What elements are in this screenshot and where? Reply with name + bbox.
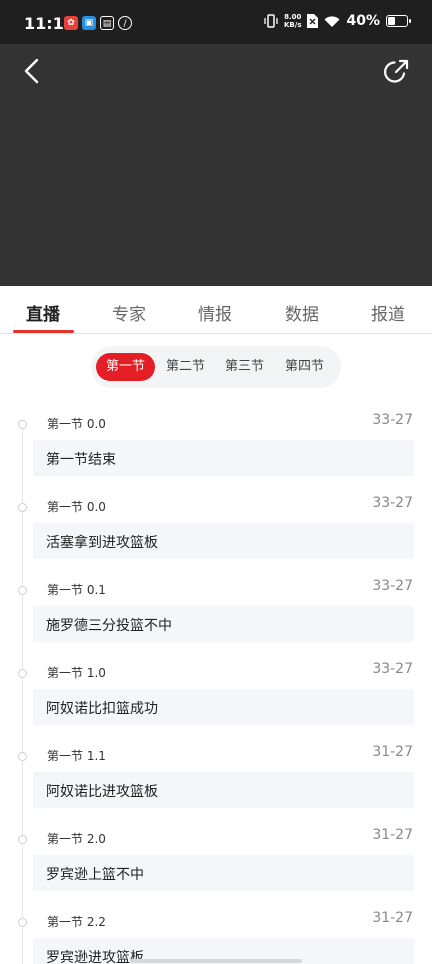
event-description: 阿奴诺比扣篮成功: [46, 701, 158, 717]
app-notification-icon: ▤: [100, 16, 114, 30]
list-item: 第一节 2.0 31-27 罗宾逊上篮不中: [0, 825, 432, 908]
network-speed: 8.00 KB/s: [284, 13, 302, 29]
battery-icon: [386, 15, 411, 27]
list-item: 第一节 0.1 33-27 施罗德三分投篮不中: [0, 576, 432, 659]
event-time: 第一节 2.2: [47, 915, 106, 929]
event-time: 第一节 1.0: [47, 666, 106, 680]
event-description: 阿奴诺比进攻篮板: [46, 784, 158, 800]
list-item: 第一节 0.0 33-27 第一节结束: [0, 410, 432, 493]
list-item: 第一节 2.2 31-27 罗宾逊进攻篮板: [0, 908, 432, 964]
event-card: 第一节结束: [33, 440, 414, 476]
event-card: 阿奴诺比扣篮成功: [33, 689, 414, 725]
event-score: 33-27: [372, 412, 413, 428]
timeline-dot: [18, 835, 27, 844]
period-1-button[interactable]: 第一节: [96, 353, 156, 381]
period-2-button[interactable]: 第二节: [156, 353, 215, 381]
notification-icons: ✿ ▣ ▤ ∕: [64, 16, 132, 30]
event-time: 第一节 0.0: [47, 500, 106, 514]
event-card: 施罗德三分投篮不中: [33, 606, 414, 642]
app-notification-icon: ✿: [64, 16, 78, 30]
event-card: 阿奴诺比进攻篮板: [33, 772, 414, 808]
event-score: 31-27: [372, 827, 413, 843]
app-notification-icon: ▣: [82, 16, 96, 30]
timeline-dot: [18, 752, 27, 761]
active-tab-indicator: [13, 330, 74, 333]
event-description: 第一节结束: [46, 452, 116, 468]
battery-percent: 40%: [346, 13, 380, 29]
timeline-dot: [18, 503, 27, 512]
vibrate-icon: [264, 14, 278, 28]
period-3-button[interactable]: 第三节: [215, 353, 274, 381]
tab-experts[interactable]: 专家: [112, 300, 146, 325]
event-description: 罗宾逊上篮不中: [46, 867, 144, 883]
list-item: 第一节 1.0 33-27 阿奴诺比扣篮成功: [0, 659, 432, 742]
event-score: 33-27: [372, 661, 413, 677]
event-description: 施罗德三分投篮不中: [46, 618, 172, 634]
event-score: 31-27: [372, 744, 413, 760]
event-description: 活塞拿到进攻篮板: [46, 535, 158, 551]
event-card: 活塞拿到进攻篮板: [33, 523, 414, 559]
tab-reports[interactable]: 报道: [371, 300, 405, 325]
event-score: 33-27: [372, 578, 413, 594]
tab-bar: 直播 专家 情报 数据 报道: [0, 286, 432, 334]
wifi-icon: [324, 15, 340, 27]
timeline-dot: [18, 669, 27, 678]
event-time: 第一节 2.0: [47, 832, 106, 846]
app-notification-icon: ∕: [118, 16, 132, 30]
event-score: 33-27: [372, 495, 413, 511]
list-item: 第一节 1.1 31-27 阿奴诺比进攻篮板: [0, 742, 432, 825]
home-indicator[interactable]: [130, 959, 302, 963]
timeline-dot: [18, 918, 27, 927]
event-card: 罗宾逊上篮不中: [33, 855, 414, 891]
tab-intel[interactable]: 情报: [198, 300, 232, 325]
timeline-dot: [18, 420, 27, 429]
event-time: 第一节 0.1: [47, 583, 106, 597]
status-bar: 11:13 ✿ ▣ ▤ ∕ 8.00 KB/s 40%: [0, 0, 432, 44]
tab-data[interactable]: 数据: [285, 300, 319, 325]
tab-live[interactable]: 直播: [26, 300, 60, 325]
list-item: 第一节 0.0 33-27 活塞拿到进攻篮板: [0, 493, 432, 576]
event-score: 31-27: [372, 910, 413, 926]
share-icon[interactable]: [382, 56, 412, 86]
back-arrow-icon[interactable]: [18, 56, 48, 86]
timeline-dot: [18, 586, 27, 595]
event-time: 第一节 0.0: [47, 417, 106, 431]
event-time: 第一节 1.1: [47, 749, 106, 763]
no-sim-icon: [307, 14, 319, 28]
period-selector: 第一节 第二节 第三节 第四节: [91, 346, 341, 388]
video-player[interactable]: [0, 44, 432, 286]
period-4-button[interactable]: 第四节: [275, 353, 334, 381]
